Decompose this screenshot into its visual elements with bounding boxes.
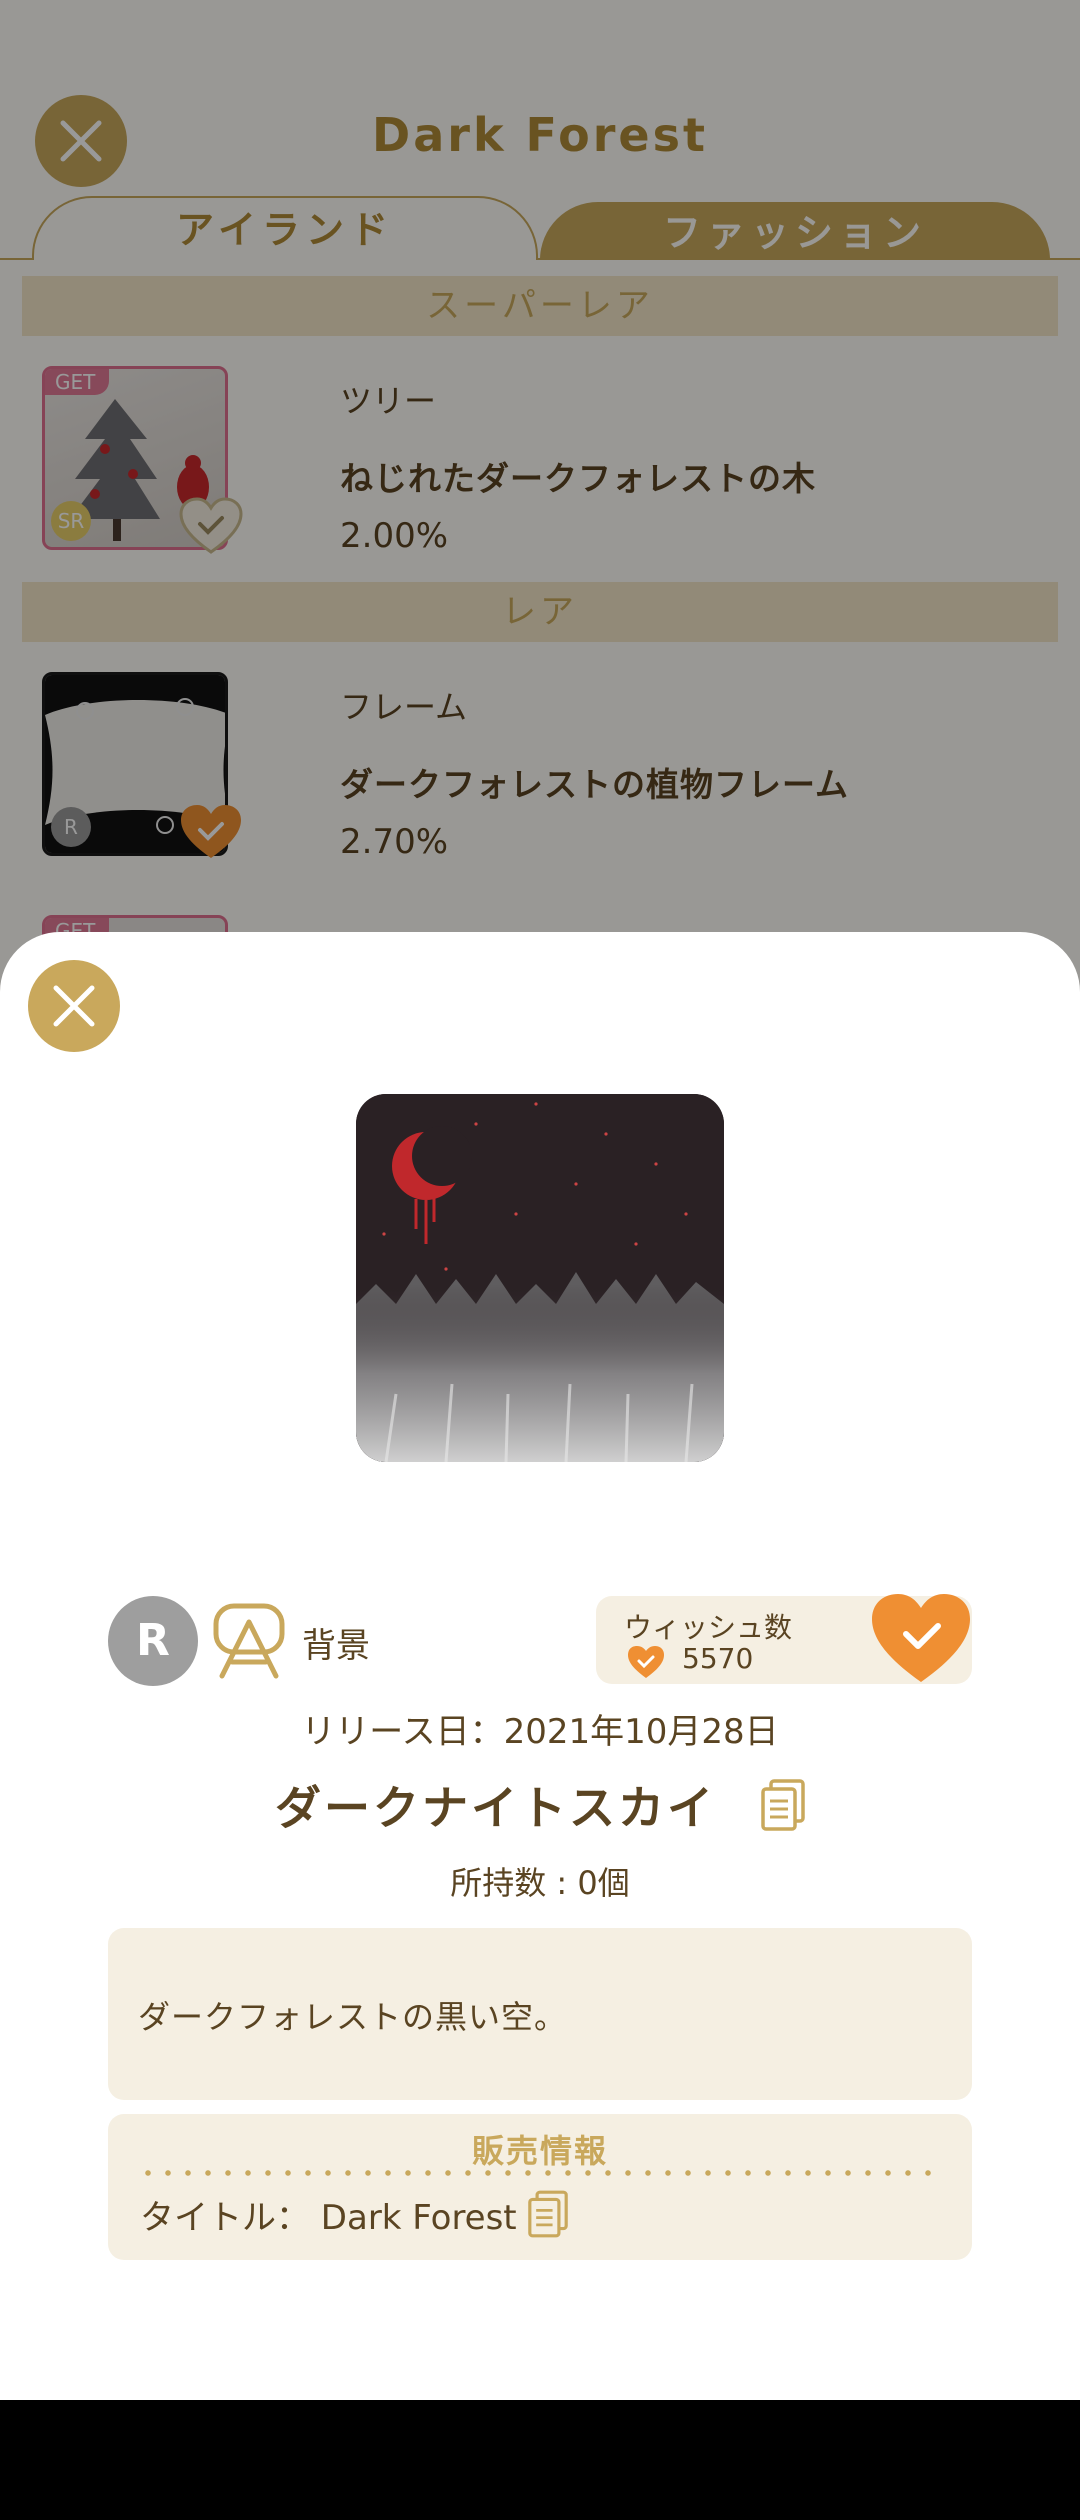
sale-info-box: 販売情報 タイトル： Dark Forest xyxy=(108,2114,972,2260)
close-button[interactable] xyxy=(28,960,120,1052)
item-title-row: ダークナイトスカイ xyxy=(0,1772,1080,1838)
rarity-badge: R xyxy=(108,1596,198,1686)
description-box: ダークフォレストの黒い空。 xyxy=(108,1928,972,2100)
heart-check-icon xyxy=(628,1646,664,1678)
item-title: ダークナイトスカイ xyxy=(274,1781,716,1835)
dotted-divider xyxy=(138,2170,942,2176)
dark-night-sky-image xyxy=(356,1094,724,1462)
owned-count: 所持数 : 0個 xyxy=(450,1864,630,1902)
copy-icon[interactable] xyxy=(528,2190,568,2238)
close-icon xyxy=(53,985,95,1027)
sale-info-header: 販売情報 xyxy=(471,2132,608,2170)
sale-title: タイトル： Dark Forest xyxy=(140,2198,517,2238)
wish-label: ウィッシュ数 xyxy=(624,1611,793,1644)
item-type-label: 背景 xyxy=(302,1626,370,1666)
copy-icon[interactable] xyxy=(761,1779,805,1831)
item-preview-image xyxy=(356,1094,724,1462)
wish-count: 5570 xyxy=(682,1642,754,1675)
wish-heart-button[interactable] xyxy=(868,1590,974,1686)
release-date: リリース日：2021年10月28日 xyxy=(301,1712,779,1752)
item-detail-sheet: R 背景 ウィッシュ数 5570 リリース日：2021年10月28日 ダークナイ… xyxy=(0,932,1080,2400)
background-icon xyxy=(213,1603,285,1679)
item-description: ダークフォレストの黒い空。 xyxy=(138,1998,568,2036)
